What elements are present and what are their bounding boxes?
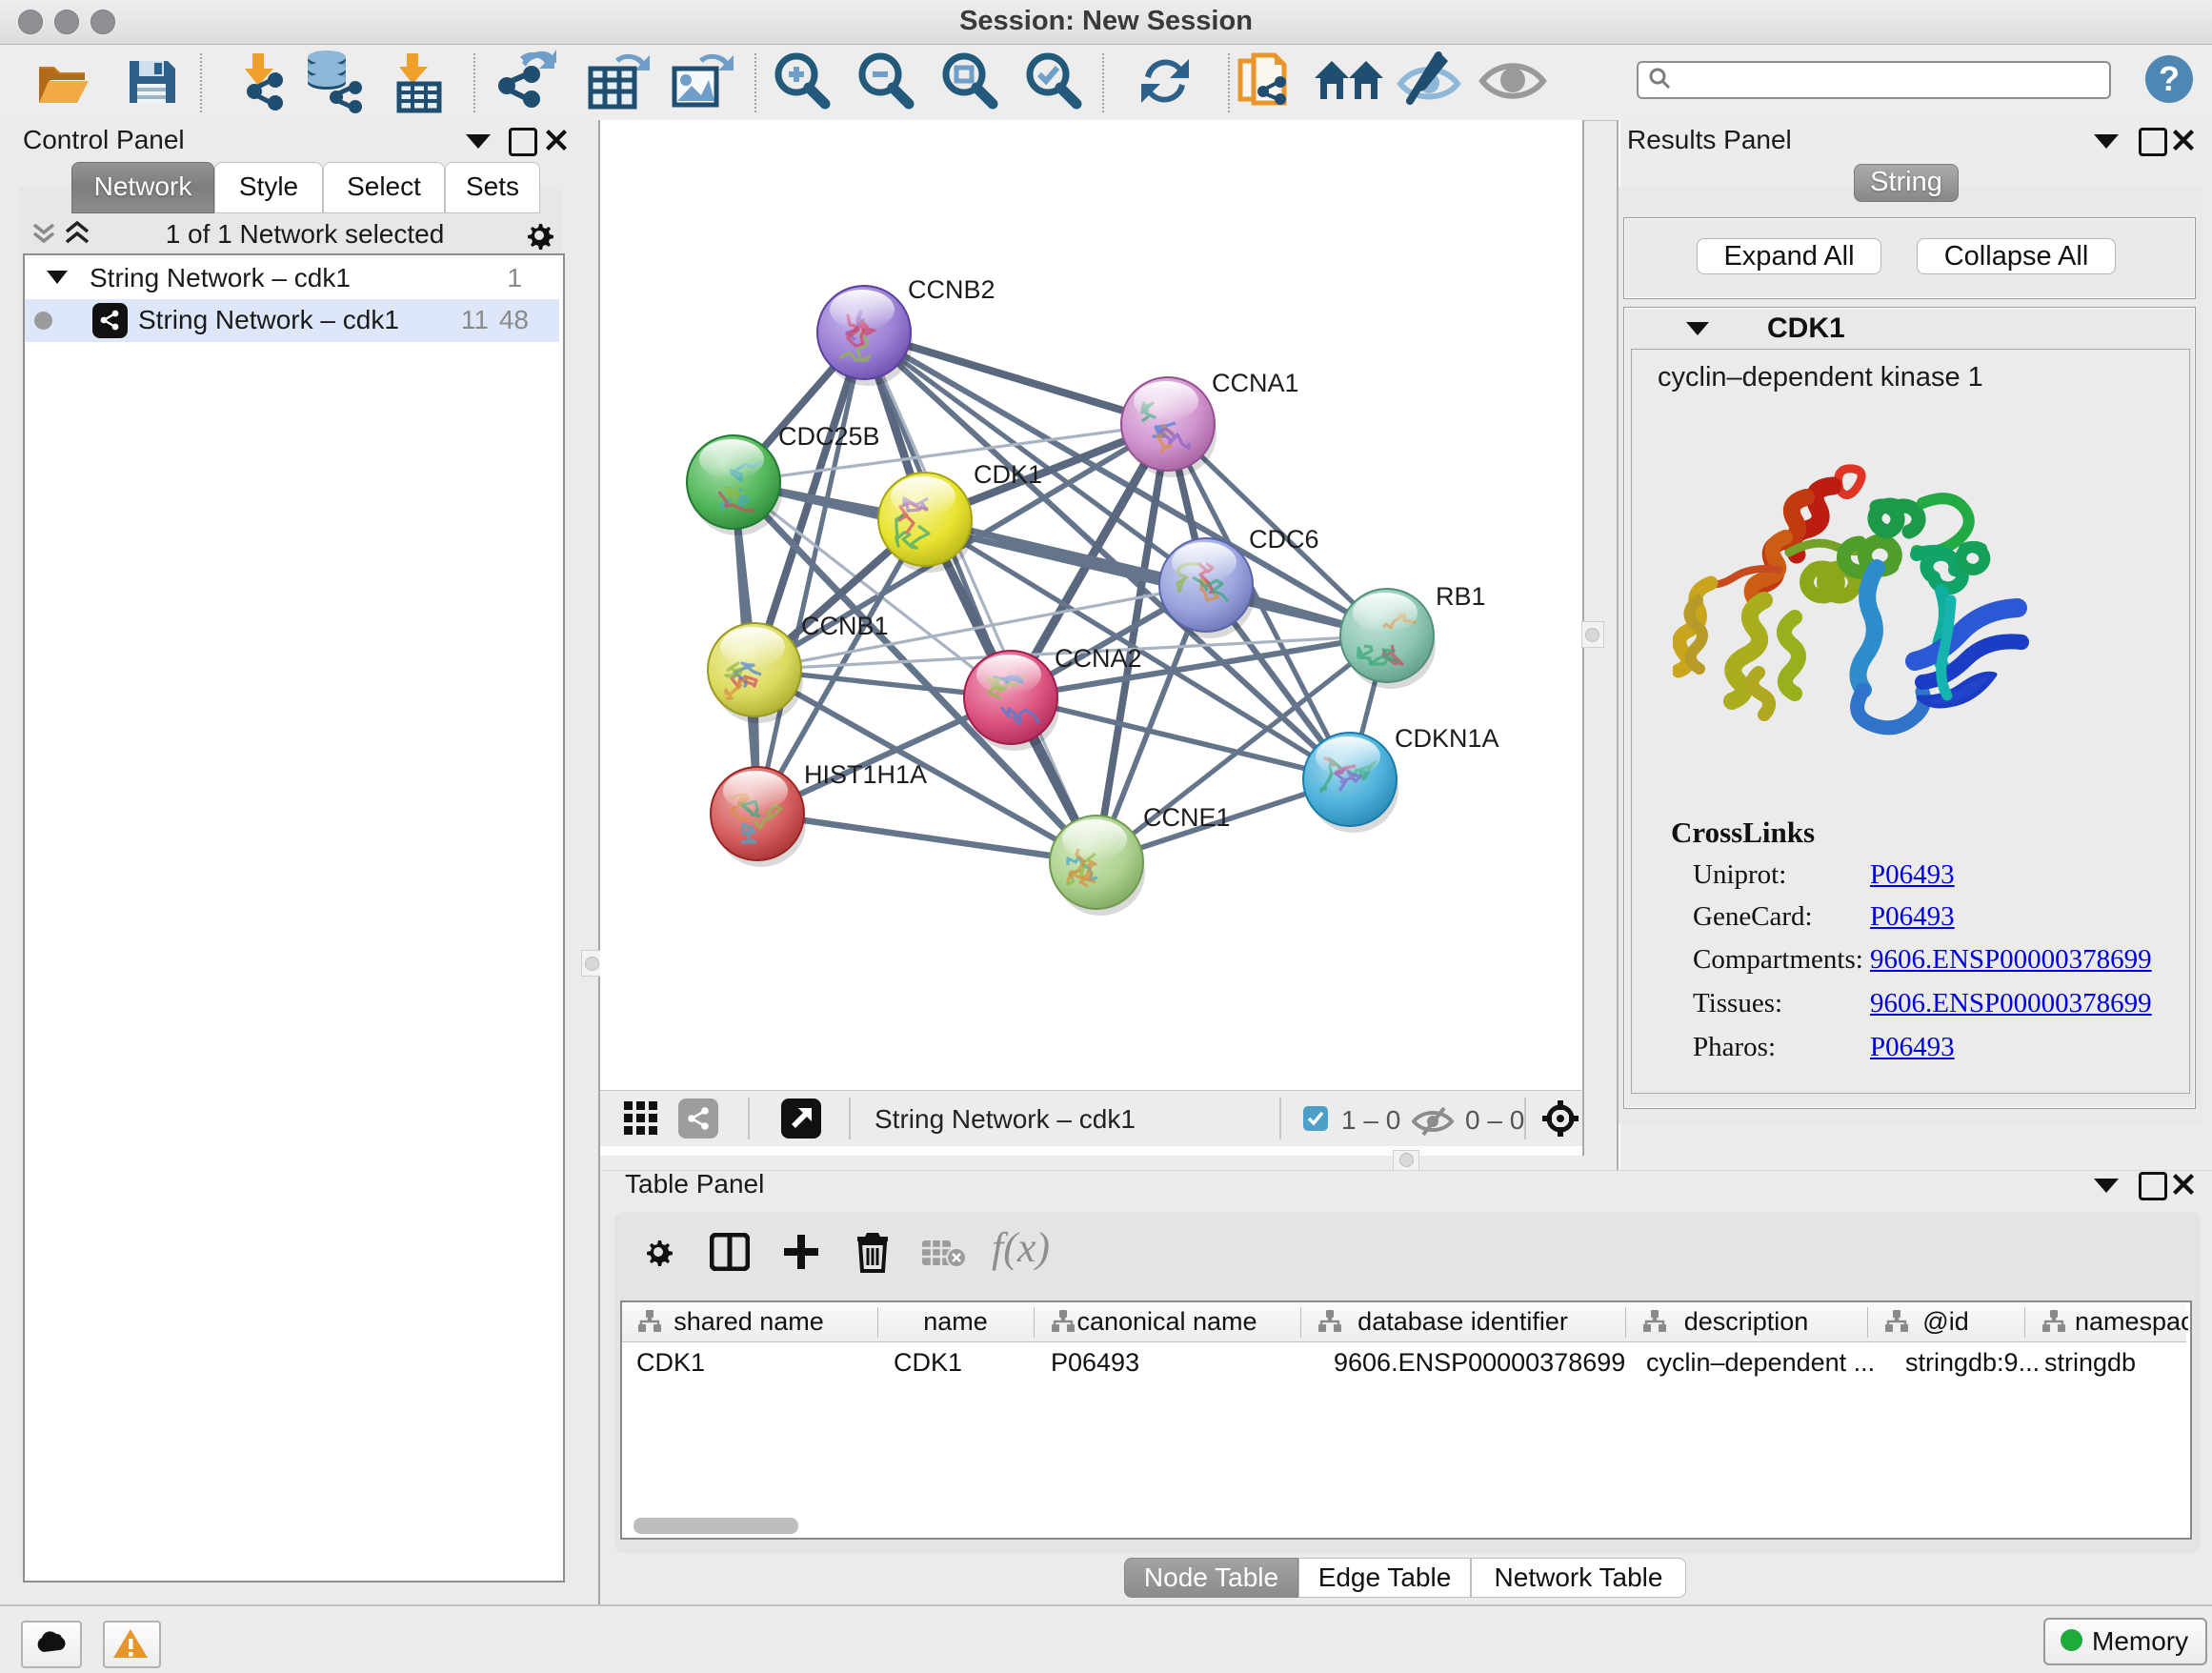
svg-text:CDKN1A: CDKN1A <box>1395 724 1499 753</box>
svg-text:CDK1: CDK1 <box>974 460 1042 489</box>
svg-text:HIST1H1A: HIST1H1A <box>804 760 927 789</box>
svg-text:CCNA1: CCNA1 <box>1212 369 1299 397</box>
svg-text:CCNE1: CCNE1 <box>1143 803 1231 832</box>
svg-text:RB1: RB1 <box>1436 582 1486 611</box>
svg-text:CCNB1: CCNB1 <box>801 612 889 640</box>
svg-text:CDC25B: CDC25B <box>778 422 880 451</box>
svg-text:CDC6: CDC6 <box>1249 525 1319 554</box>
svg-text:CCNB2: CCNB2 <box>908 275 995 304</box>
svg-text:CCNA2: CCNA2 <box>1055 644 1142 673</box>
